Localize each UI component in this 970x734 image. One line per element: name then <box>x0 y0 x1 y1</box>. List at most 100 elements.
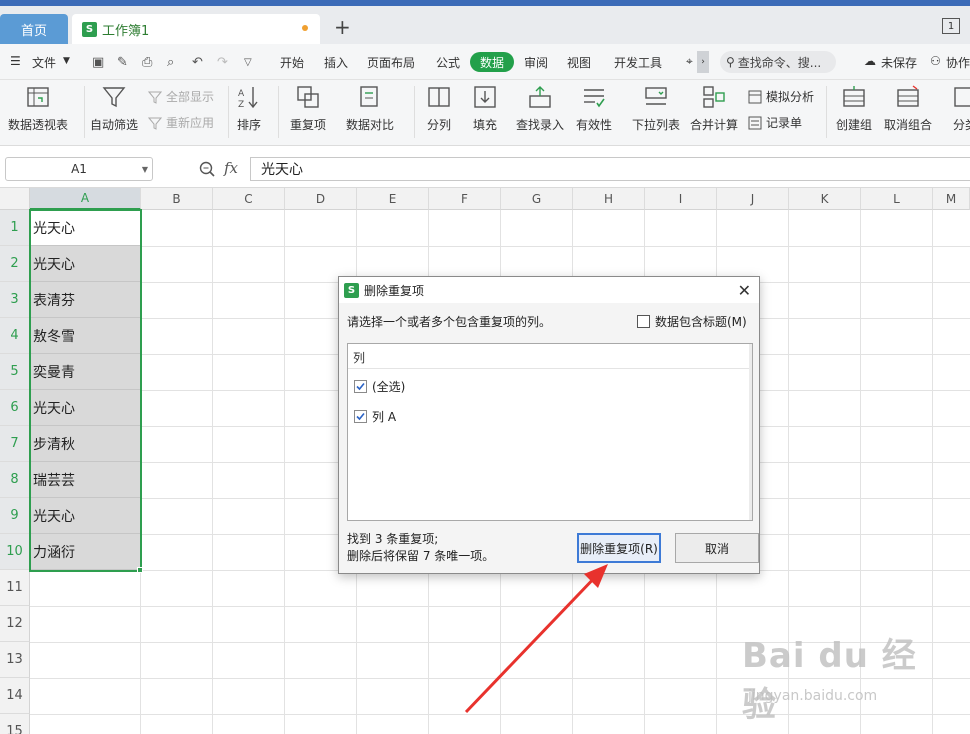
menu-start[interactable]: 开始 <box>280 54 304 71</box>
row-header-7[interactable]: 7 <box>0 426 30 462</box>
row-header-1[interactable]: 1 <box>0 210 30 246</box>
create-group-button[interactable]: 创建组 <box>836 84 872 133</box>
menu-page-layout[interactable]: 页面布局 <box>367 54 415 71</box>
more-chevron-icon[interactable]: ▽ <box>244 57 252 68</box>
column-a-checkbox[interactable] <box>354 410 367 423</box>
close-icon[interactable]: ✕ <box>738 281 751 300</box>
col-header-g[interactable]: G <box>501 188 573 210</box>
row-header-9[interactable]: 9 <box>0 498 30 534</box>
col-header-k[interactable]: K <box>789 188 861 210</box>
undo-icon[interactable]: ↶ <box>192 55 203 70</box>
col-header-f[interactable]: F <box>429 188 501 210</box>
formula-input[interactable]: 光天心 <box>250 157 970 181</box>
file-chevron-down-icon[interactable]: ▼ <box>63 56 70 66</box>
menu-view[interactable]: 视图 <box>567 54 591 71</box>
validity-button[interactable]: 有效性 <box>576 84 612 133</box>
consolidate-button[interactable]: 合并计算 <box>690 84 738 133</box>
duplicates-button[interactable]: 重复项 <box>290 84 326 133</box>
cell-a9[interactable]: 光天心 <box>30 498 140 534</box>
cell-a7[interactable]: 步清秋 <box>30 426 140 462</box>
header-checkbox-option[interactable]: 数据包含标题(M) <box>637 313 747 330</box>
row-header-2[interactable]: 2 <box>0 246 30 282</box>
ungroup-button[interactable]: 取消组合 <box>884 84 932 133</box>
col-header-a[interactable]: A <box>30 188 141 210</box>
what-if-button[interactable]: 模拟分析 <box>748 88 814 105</box>
menu-developer[interactable]: 开发工具 <box>614 54 662 71</box>
row-header-8[interactable]: 8 <box>0 462 30 498</box>
fx-icon[interactable]: fx <box>224 159 238 177</box>
row-header-13[interactable]: 13 <box>0 642 30 678</box>
row-header-15[interactable]: 15 <box>0 714 30 734</box>
row-header-5[interactable]: 5 <box>0 354 30 390</box>
autofilter-button[interactable]: 自动筛选 <box>90 84 138 133</box>
col-header-j[interactable]: J <box>717 188 789 210</box>
record-form-button[interactable]: 记录单 <box>748 114 802 131</box>
list-item-select-all[interactable]: (全选) <box>354 378 405 395</box>
cloud-icon[interactable]: ☁ <box>864 54 876 68</box>
lookup-entry-button[interactable]: 查找录入 <box>516 84 564 133</box>
dropdown-list-button[interactable]: 下拉列表 <box>632 84 680 133</box>
menu-scroll-right-icon[interactable]: › <box>697 51 709 73</box>
menu-insert[interactable]: 插入 <box>324 54 348 71</box>
cell-a5[interactable]: 奕曼青 <box>30 354 140 390</box>
col-header-h[interactable]: H <box>573 188 645 210</box>
window-switch-icon[interactable]: 1 <box>942 18 960 34</box>
menu-formula[interactable]: 公式 <box>436 54 460 71</box>
col-header-b[interactable]: B <box>141 188 213 210</box>
cancel-button[interactable]: 取消 <box>675 533 759 563</box>
cell-a3[interactable]: 表清芬 <box>30 282 140 318</box>
sort-button[interactable]: AZ 排序 <box>236 84 262 133</box>
header-checkbox[interactable] <box>637 315 650 328</box>
collab-label[interactable]: 协作 <box>946 54 970 71</box>
command-search[interactable]: ⚲ 查找命令、搜... <box>720 51 836 73</box>
cell-a10[interactable]: 力涵衍 <box>30 534 140 570</box>
col-header-m[interactable]: M <box>933 188 970 210</box>
name-box[interactable]: A1 ▼ <box>5 157 153 181</box>
save-icon[interactable]: ▣ <box>92 55 104 70</box>
menu-data[interactable]: 数据 <box>470 52 514 72</box>
col-header-d[interactable]: D <box>285 188 357 210</box>
select-all-checkbox[interactable] <box>354 380 367 393</box>
row-header-3[interactable]: 3 <box>0 282 30 318</box>
row-header-6[interactable]: 6 <box>0 390 30 426</box>
print-preview-icon[interactable]: ⌕ <box>167 55 174 70</box>
remove-duplicates-button[interactable]: 删除重复项(R) <box>577 533 661 563</box>
menu-review[interactable]: 审阅 <box>524 54 548 71</box>
collab-user-icon[interactable]: ⚇ <box>930 54 941 68</box>
pivot-table-button[interactable]: 数据透视表 <box>8 84 68 133</box>
select-all-corner[interactable] <box>0 188 30 210</box>
row-header-12[interactable]: 12 <box>0 606 30 642</box>
unsaved-status[interactable]: 未保存 <box>881 54 917 71</box>
list-item-column-a[interactable]: 列 A <box>354 408 396 425</box>
new-tab-button[interactable]: + <box>334 12 351 42</box>
subtotal-button[interactable]: 分类 <box>952 84 970 133</box>
tab-home[interactable]: 首页 <box>0 14 68 44</box>
name-box-chevron-down-icon[interactable]: ▼ <box>142 165 148 174</box>
fill-button[interactable]: 填充 <box>472 84 498 133</box>
col-header-e[interactable]: E <box>357 188 429 210</box>
row-header-10[interactable]: 10 <box>0 534 30 570</box>
fill-handle[interactable] <box>137 567 143 573</box>
zoom-search-icon[interactable] <box>198 160 216 178</box>
cell-a6[interactable]: 光天心 <box>30 390 140 426</box>
cell-a2[interactable]: 光天心 <box>30 246 140 282</box>
compare-button[interactable]: 数据对比 <box>346 84 394 133</box>
format-painter-icon[interactable]: ✎ <box>117 55 128 70</box>
row-header-4[interactable]: 4 <box>0 318 30 354</box>
row-header-14[interactable]: 14 <box>0 678 30 714</box>
cell-a1[interactable]: 光天心 <box>30 210 140 246</box>
dialog-title-bar[interactable]: S 删除重复项 ✕ <box>339 277 759 303</box>
cell-a8[interactable]: 瑞芸芸 <box>30 462 140 498</box>
reapply-button[interactable]: 重新应用 <box>148 114 214 131</box>
list-scrollbar[interactable] <box>749 344 752 520</box>
row-header-11[interactable]: 11 <box>0 570 30 606</box>
tab-workbook[interactable]: S 工作簿1 <box>72 14 320 44</box>
menu-overflow-icon[interactable]: ⌖ <box>686 54 693 69</box>
redo-icon[interactable]: ↷ <box>217 55 228 70</box>
print-icon[interactable]: ⎙ <box>142 55 152 70</box>
col-header-l[interactable]: L <box>861 188 933 210</box>
split-columns-button[interactable]: 分列 <box>426 84 452 133</box>
cell-a4[interactable]: 敖冬雪 <box>30 318 140 354</box>
menu-file[interactable]: 文件 <box>32 54 56 71</box>
show-all-button[interactable]: 全部显示 <box>148 88 214 105</box>
